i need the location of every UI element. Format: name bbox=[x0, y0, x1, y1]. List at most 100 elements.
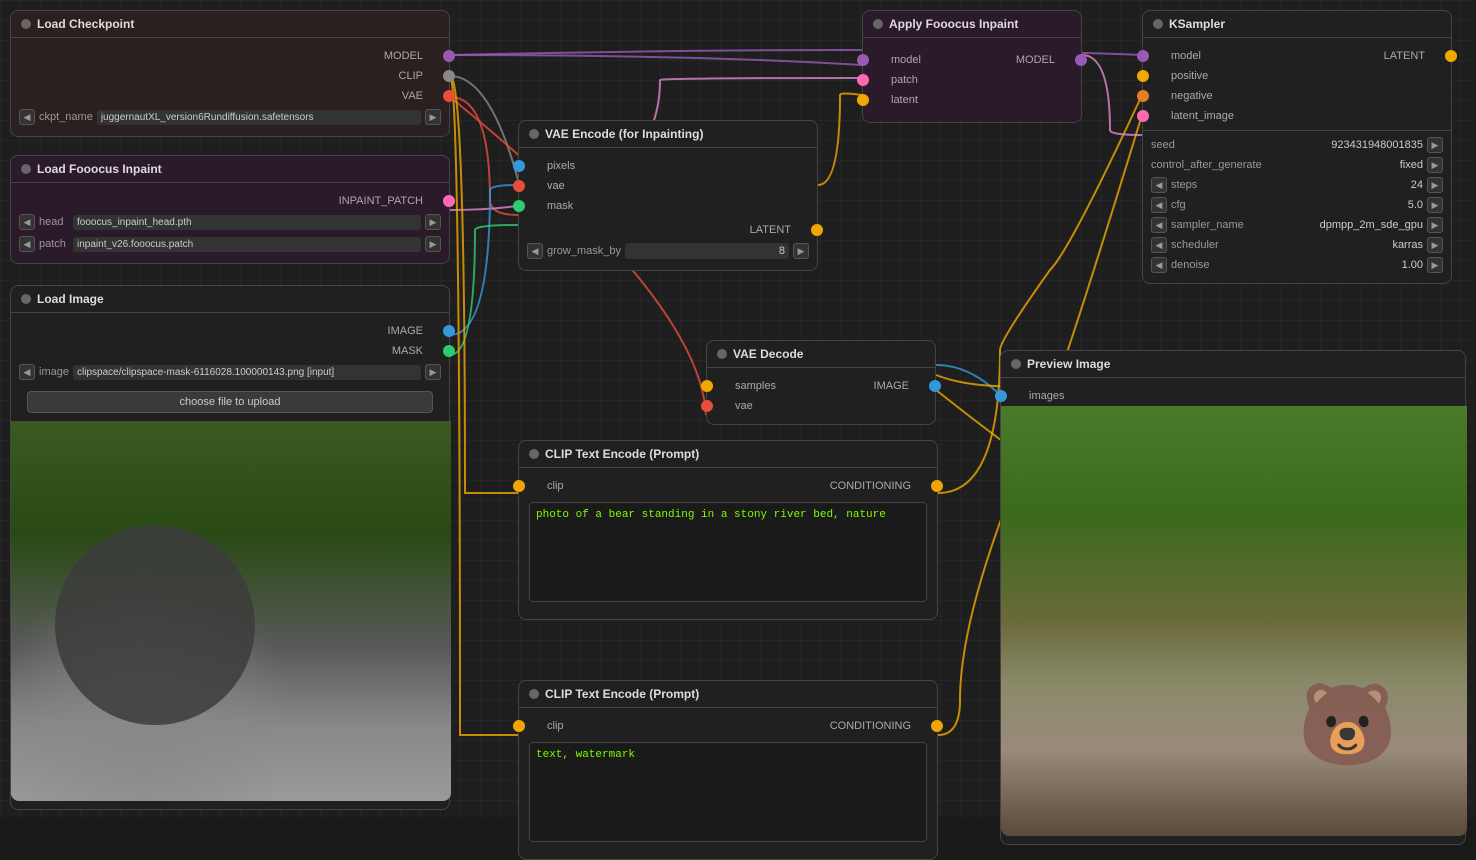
image-prev-btn[interactable]: ◀ bbox=[19, 364, 35, 380]
denoise-prev-btn[interactable]: ◀ bbox=[1151, 257, 1167, 273]
cfg-prev-btn[interactable]: ◀ bbox=[1151, 197, 1167, 213]
grow-prev-btn[interactable]: ◀ bbox=[527, 243, 543, 259]
ksampler-model-label: model bbox=[1171, 50, 1201, 62]
samples-input: samples bbox=[707, 376, 790, 396]
ksampler-cfg: ◀ cfg 5.0 ▶ bbox=[1143, 195, 1451, 215]
ksampler-outputs: LATENT bbox=[1370, 46, 1451, 66]
load-image-body: IMAGE MASK ◀ image ▶ choose file to uplo… bbox=[11, 313, 449, 809]
ckpt-value-input[interactable] bbox=[97, 110, 421, 125]
sampler-prev-btn[interactable]: ◀ bbox=[1151, 217, 1167, 233]
latent-input: latent bbox=[863, 90, 935, 110]
image-file-label: image bbox=[39, 366, 69, 378]
image-file-input[interactable] bbox=[73, 365, 421, 380]
samples-port bbox=[701, 380, 713, 392]
field-prev-btn[interactable]: ◀ bbox=[19, 109, 35, 125]
patch-next-btn[interactable]: ▶ bbox=[425, 236, 441, 252]
cfg-value: 5.0 bbox=[1255, 199, 1423, 211]
pixels-label: pixels bbox=[547, 160, 575, 172]
vae-decode-inputs: samples vae bbox=[707, 376, 790, 416]
clip-positive-cond-label: CONDITIONING bbox=[830, 480, 911, 492]
grow-value-input[interactable] bbox=[625, 243, 789, 259]
patch-prev-btn[interactable]: ◀ bbox=[19, 236, 35, 252]
load-checkpoint-title: Load Checkpoint bbox=[37, 17, 134, 31]
upload-button[interactable]: choose file to upload bbox=[27, 391, 433, 413]
head-prev-btn[interactable]: ◀ bbox=[19, 214, 35, 230]
model-output-port bbox=[443, 50, 455, 62]
clip-positive-textarea[interactable] bbox=[529, 502, 927, 602]
seed-next-btn[interactable]: ▶ bbox=[1427, 137, 1443, 153]
grow-next-btn[interactable]: ▶ bbox=[793, 243, 809, 259]
load-image-dot bbox=[21, 294, 31, 304]
latent-in-label: latent bbox=[891, 94, 918, 106]
sampler-value: dpmpp_2m_sde_gpu bbox=[1255, 219, 1423, 231]
header-dot bbox=[21, 19, 31, 29]
vae-decode-image-output: IMAGE bbox=[860, 376, 935, 396]
apply-fooocus-title: Apply Fooocus Inpaint bbox=[889, 17, 1018, 31]
vae-decode-dot bbox=[717, 349, 727, 359]
output-model: MODEL bbox=[11, 46, 449, 66]
clip-positive-title: CLIP Text Encode (Prompt) bbox=[545, 447, 699, 461]
clip-negative-port bbox=[513, 720, 525, 732]
clip-negative-text-wrapper bbox=[519, 736, 937, 851]
load-image-title: Load Image bbox=[37, 292, 104, 306]
ksampler-divider bbox=[1143, 130, 1451, 131]
inpaint-patch-output: INPAINT_PATCH bbox=[11, 191, 449, 211]
load-checkpoint-body: MODEL CLIP VAE ◀ ckpt_name ▶ bbox=[11, 38, 449, 136]
node-vae-encode: VAE Encode (for Inpainting) pixels vae m… bbox=[518, 120, 818, 271]
vae-encode-title: VAE Encode (for Inpainting) bbox=[545, 127, 703, 141]
cfg-next-btn[interactable]: ▶ bbox=[1427, 197, 1443, 213]
model-out-label: MODEL bbox=[1016, 54, 1055, 66]
ckpt-label: ckpt_name bbox=[39, 111, 93, 123]
grow-mask-field: ◀ grow_mask_by ▶ bbox=[519, 240, 817, 262]
pixels-input: pixels bbox=[519, 156, 817, 176]
model-output: MODEL bbox=[1002, 50, 1081, 70]
denoise-next-btn[interactable]: ▶ bbox=[1427, 257, 1443, 273]
images-input: images bbox=[1001, 386, 1465, 406]
control-value: fixed bbox=[1235, 159, 1423, 171]
latent-port bbox=[811, 224, 823, 236]
steps-next-btn[interactable]: ▶ bbox=[1427, 177, 1443, 193]
ksampler-negative-port bbox=[1137, 90, 1149, 102]
patch-value-input[interactable] bbox=[73, 237, 421, 252]
steps-prev-btn[interactable]: ◀ bbox=[1151, 177, 1167, 193]
clip-positive-body: clip CONDITIONING bbox=[519, 468, 937, 619]
ksampler-steps: ◀ steps 24 ▶ bbox=[1143, 175, 1451, 195]
ksampler-latent-input: latent_image bbox=[1143, 106, 1248, 126]
image-next-btn[interactable]: ▶ bbox=[425, 364, 441, 380]
preview-image-dot bbox=[1011, 359, 1021, 369]
clip-negative-dot bbox=[529, 689, 539, 699]
ksampler-scheduler: ◀ scheduler karras ▶ bbox=[1143, 235, 1451, 255]
ksampler-body: model positive negative latent_image bbox=[1143, 38, 1451, 283]
node-load-image: Load Image IMAGE MASK ◀ image ▶ choose f… bbox=[10, 285, 450, 810]
head-next-btn[interactable]: ▶ bbox=[425, 214, 441, 230]
ksampler-model-port bbox=[1137, 50, 1149, 62]
input-image-sim bbox=[11, 421, 451, 801]
sampler-next-btn[interactable]: ▶ bbox=[1427, 217, 1443, 233]
load-image-header: Load Image bbox=[11, 286, 449, 313]
clip-positive-clip-label: clip bbox=[547, 480, 564, 492]
ksampler-sampler: ◀ sampler_name dpmpp_2m_sde_gpu ▶ bbox=[1143, 215, 1451, 235]
ksampler-latent-port bbox=[1137, 110, 1149, 122]
apply-fooocus-body: model patch latent MODEL bbox=[863, 38, 1081, 122]
mask-input: mask bbox=[519, 196, 817, 216]
preview-image-title: Preview Image bbox=[1027, 357, 1110, 371]
apply-fooocus-dot bbox=[873, 19, 883, 29]
image-output-label: IMAGE bbox=[388, 325, 423, 337]
patch-in-label: patch bbox=[891, 74, 918, 86]
head-value-input[interactable] bbox=[73, 215, 421, 230]
control-label: control_after_generate bbox=[1151, 159, 1231, 171]
sched-prev-btn[interactable]: ◀ bbox=[1151, 237, 1167, 253]
field-next-btn[interactable]: ▶ bbox=[425, 109, 441, 125]
upload-btn-wrapper: choose file to upload bbox=[11, 383, 449, 421]
clip-negative-textarea[interactable] bbox=[529, 742, 927, 842]
images-port bbox=[995, 390, 1007, 402]
ksampler-title: KSampler bbox=[1169, 17, 1225, 31]
clip-negative-cond-label: CONDITIONING bbox=[830, 720, 911, 732]
control-next-btn[interactable]: ▶ bbox=[1427, 157, 1443, 173]
patch-label: patch bbox=[39, 238, 69, 250]
sched-next-btn[interactable]: ▶ bbox=[1427, 237, 1443, 253]
ksampler-latent-out-label: LATENT bbox=[1384, 50, 1425, 62]
sched-label: scheduler bbox=[1171, 239, 1251, 251]
clip-positive-cond-output: CONDITIONING bbox=[816, 476, 937, 496]
ksampler-latent-out-port bbox=[1445, 50, 1457, 62]
